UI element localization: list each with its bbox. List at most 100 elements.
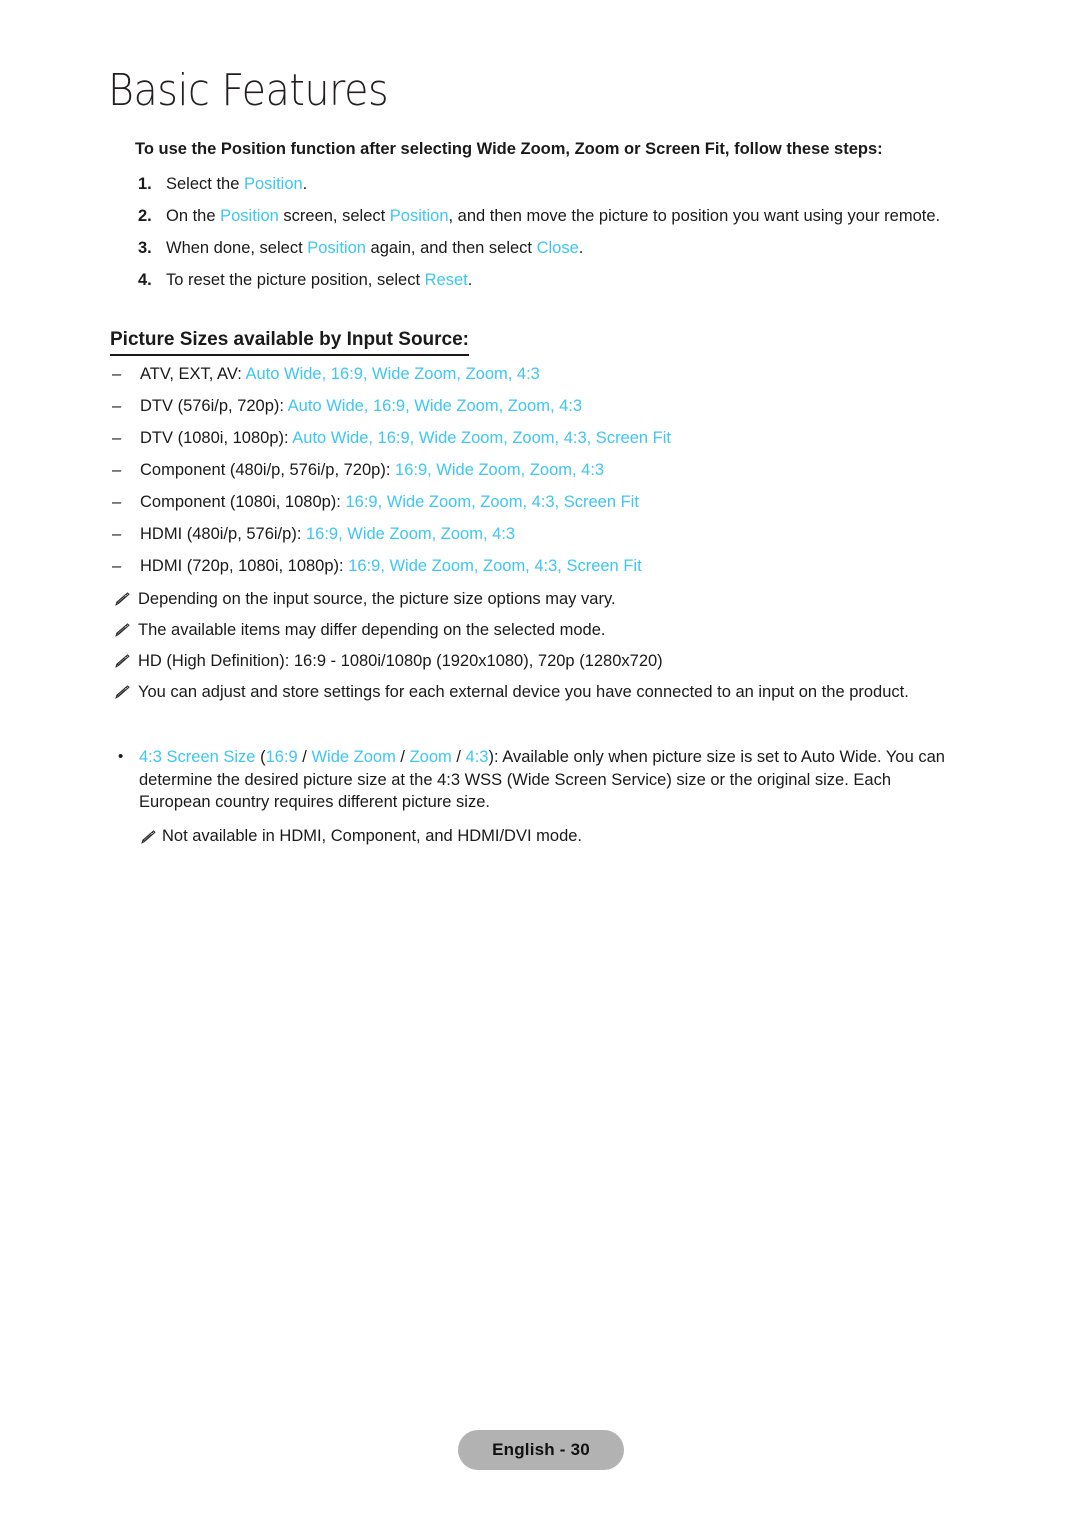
bullet-part-6: Zoom (409, 748, 452, 766)
step-number: 4. (138, 271, 152, 289)
pencil-note-icon (112, 591, 130, 607)
note-text: The available items may differ depending… (138, 621, 606, 639)
step-item: 3. When done, select Position again, and … (138, 238, 998, 258)
step-2-part-0: When done, select (166, 239, 308, 257)
input-source-item: – Component (1080i, 1080p): 16:9, Wide Zo… (112, 492, 1012, 512)
bullet-part-0: 4:3 Screen Size (139, 748, 256, 766)
step-item: 2. On the Position screen, select Positio… (138, 206, 998, 226)
step-0-part-2: . (302, 175, 308, 193)
input-source-item: – ATV, EXT, AV: Auto Wide, 16:9, Wide Zoo… (112, 364, 1012, 384)
bullet-part-4: Wide Zoom (311, 748, 396, 766)
bullet-note-item: Not available in HDMI, Component, and HD… (112, 826, 957, 847)
source-2-part-1: Auto Wide, 16:9, Wide Zoom, Zoom, 4:3, S… (292, 429, 672, 447)
input-source-text: HDMI (480i/p, 576i/p): 16:9, Wide Zoom, … (140, 525, 515, 543)
bullet-note-text: Not available in HDMI, Component, and HD… (162, 826, 583, 845)
step-1-part-2: screen, select (278, 207, 390, 225)
step-1-part-0: On the (166, 207, 221, 225)
step-0-part-1: Position (243, 175, 303, 193)
pencil-note-icon (112, 622, 130, 638)
footer-badge-label: English - 30 (492, 1440, 590, 1459)
source-6-part-1: 16:9, Wide Zoom, Zoom, 4:3, Screen Fit (348, 557, 642, 575)
source-4-part-0: Component (1080i, 1080p): (140, 493, 346, 511)
note-text: You can adjust and store settings for ea… (138, 683, 909, 701)
page-title: Basic Features (108, 65, 389, 116)
step-text: On the Position screen, select Position,… (166, 207, 940, 225)
source-3-part-0: Component (480i/p, 576i/p, 720p): (140, 461, 396, 479)
screen-size-bullet-block: • 4:3 Screen Size (16:9 / Wide Zoom / Zoo… (112, 746, 957, 847)
note-item: You can adjust and store settings for ea… (112, 682, 1032, 703)
bullet-part-1: ( (255, 748, 266, 766)
source-5-part-0: HDMI (480i/p, 576i/p): (140, 525, 306, 543)
step-2-part-4: . (578, 239, 584, 257)
dash-bullet-icon: – (112, 365, 122, 383)
step-item: 4. To reset the picture position, select … (138, 270, 998, 290)
manual-page: Basic Features To use the Position funct… (0, 0, 1080, 1519)
step-3-part-1: Reset (424, 271, 468, 289)
step-text: Select the Position. (166, 175, 307, 193)
source-2-part-0: DTV (1080i, 1080p): (140, 429, 293, 447)
bullet-paragraph-text: 4:3 Screen Size (16:9 / Wide Zoom / Zoom… (139, 748, 945, 811)
dash-bullet-icon: – (112, 397, 122, 415)
intro-instruction-line: To use the Position function after selec… (135, 140, 883, 158)
step-3-part-0: To reset the picture position, select (166, 271, 425, 289)
input-source-text: HDMI (720p, 1080i, 1080p): 16:9, Wide Zo… (140, 557, 642, 575)
step-2-part-2: again, and then select (365, 239, 537, 257)
source-1-part-1: Auto Wide, 16:9, Wide Zoom, Zoom, 4:3 (287, 397, 583, 415)
bullet-paragraph: • 4:3 Screen Size (16:9 / Wide Zoom / Zoo… (112, 746, 957, 814)
dash-bullet-icon: – (112, 557, 122, 575)
numbered-steps-list: 1. Select the Position. 2. On the Position … (138, 174, 998, 302)
pencil-note-icon (112, 684, 130, 700)
source-0-part-0: ATV, EXT, AV: (140, 365, 246, 383)
pencil-note-icon (112, 653, 130, 669)
input-source-text: Component (1080i, 1080p): 16:9, Wide Zoo… (140, 493, 639, 511)
step-1-part-1: Position (220, 207, 279, 225)
step-number: 1. (138, 175, 152, 193)
step-number: 3. (138, 239, 152, 257)
input-source-text: Component (480i/p, 576i/p, 720p): 16:9, … (140, 461, 604, 479)
input-source-item: – HDMI (720p, 1080i, 1080p): 16:9, Wide Z… (112, 556, 1012, 576)
page-footer-badge: English - 30 (458, 1430, 624, 1470)
bullet-part-2: 16:9 (265, 748, 298, 766)
source-4-part-1: 16:9, Wide Zoom, Zoom, 4:3, Screen Fit (345, 493, 639, 511)
step-0-part-0: Select the (166, 175, 244, 193)
input-source-item: – HDMI (480i/p, 576i/p): 16:9, Wide Zoom,… (112, 524, 1012, 544)
bullet-part-7: / (451, 748, 466, 766)
source-5-part-1: 16:9, Wide Zoom, Zoom, 4:3 (305, 525, 516, 543)
input-source-text: ATV, EXT, AV: Auto Wide, 16:9, Wide Zoom… (140, 365, 540, 383)
input-source-item: – DTV (576i/p, 720p): Auto Wide, 16:9, Wi… (112, 396, 1012, 416)
input-source-item: – DTV (1080i, 1080p): Auto Wide, 16:9, Wi… (112, 428, 1012, 448)
source-0-part-1: Auto Wide, 16:9, Wide Zoom, Zoom, 4:3 (245, 365, 540, 383)
notes-list: Depending on the input source, the pictu… (112, 589, 1032, 713)
pencil-note-icon (138, 829, 156, 845)
note-text: HD (High Definition): 16:9 - 1080i/1080p… (138, 652, 663, 670)
step-text: To reset the picture position, select Re… (166, 271, 472, 289)
step-3-part-2: . (467, 271, 473, 289)
step-item: 1. Select the Position. (138, 174, 998, 194)
step-1-part-3: Position (389, 207, 449, 225)
source-1-part-0: DTV (576i/p, 720p): (140, 397, 288, 415)
step-1-part-4: , and then move the picture to position … (448, 207, 941, 225)
dash-bullet-icon: – (112, 493, 122, 511)
bullet-dot-icon: • (118, 748, 124, 765)
step-2-part-3: Close (536, 239, 579, 257)
bullet-part-8: 4:3 (465, 748, 489, 766)
input-source-text: DTV (576i/p, 720p): Auto Wide, 16:9, Wid… (140, 397, 582, 415)
dash-bullet-icon: – (112, 429, 122, 447)
source-6-part-0: HDMI (720p, 1080i, 1080p): (140, 557, 349, 575)
note-item: Depending on the input source, the pictu… (112, 589, 1032, 610)
input-source-list: – ATV, EXT, AV: Auto Wide, 16:9, Wide Zoo… (112, 364, 1012, 588)
input-source-item: – Component (480i/p, 576i/p, 720p): 16:9,… (112, 460, 1012, 480)
source-3-part-1: 16:9, Wide Zoom, Zoom, 4:3 (395, 461, 605, 479)
dash-bullet-icon: – (112, 525, 122, 543)
note-item: HD (High Definition): 16:9 - 1080i/1080p… (112, 651, 1032, 672)
bullet-part-5: / (395, 748, 410, 766)
note-text: Depending on the input source, the pictu… (138, 590, 616, 608)
step-number: 2. (138, 207, 152, 225)
input-source-text: DTV (1080i, 1080p): Auto Wide, 16:9, Wid… (140, 429, 671, 447)
section-heading-picture-sizes: Picture Sizes available by Input Source: (110, 328, 470, 356)
step-2-part-1: Position (307, 239, 366, 257)
note-item: The available items may differ depending… (112, 620, 1032, 641)
step-text: When done, select Position again, and th… (166, 239, 583, 257)
dash-bullet-icon: – (112, 461, 122, 479)
bullet-part-3: / (297, 748, 312, 766)
